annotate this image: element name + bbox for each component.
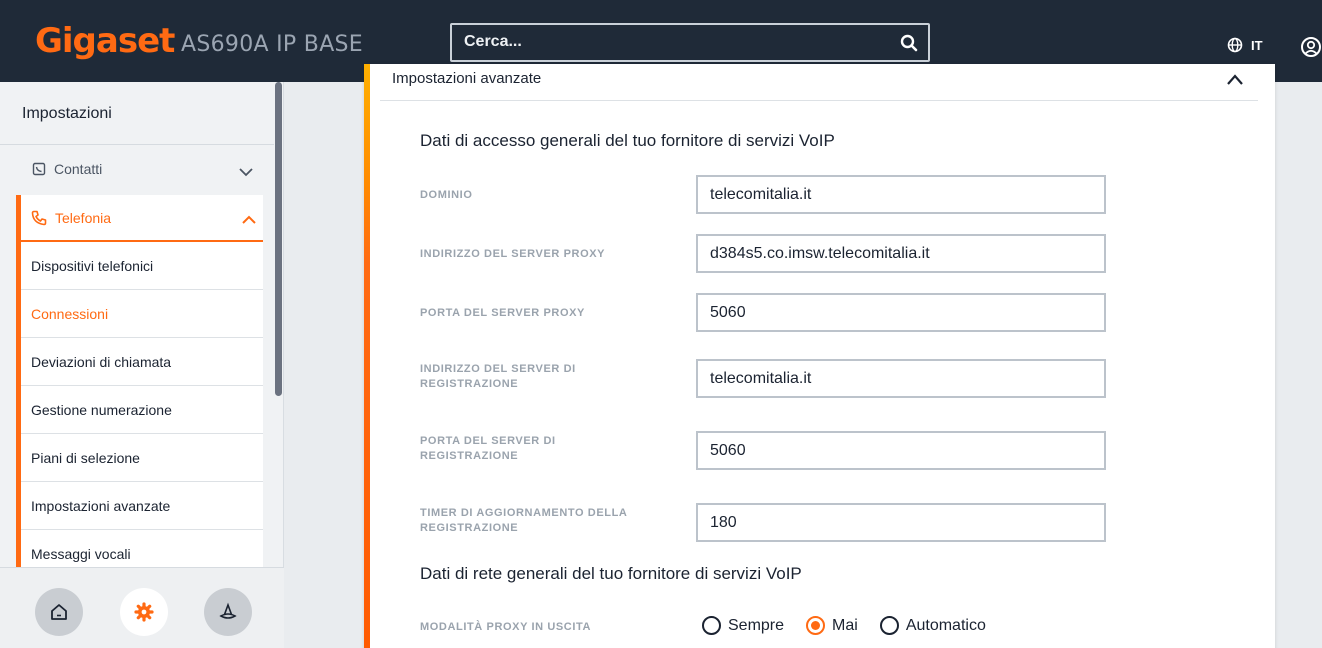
sidebar-item-label: Deviazioni di chiamata (31, 354, 172, 370)
gear-icon (134, 602, 154, 622)
language-selector[interactable]: IT (1227, 37, 1263, 53)
home-icon (51, 604, 67, 620)
divider (380, 100, 1258, 101)
home-button[interactable] (35, 588, 83, 636)
wizard-button[interactable] (204, 588, 252, 636)
contacts-icon (32, 162, 46, 176)
field-label-registrar-address: Indirizzo del server di registrazione (420, 363, 576, 390)
radio-circle[interactable] (879, 616, 899, 635)
chevron-up-icon[interactable] (241, 212, 257, 228)
chevron-down-icon[interactable] (238, 164, 254, 180)
sidebar-item-dispositivi[interactable]: Dispositivi telefonici (21, 242, 263, 290)
sidebar-item-contatti[interactable]: Contatti (32, 161, 102, 177)
wizard-hat-icon (219, 602, 237, 619)
sidebar-item-label: Dispositivi telefonici (31, 258, 154, 274)
sidebar-item-label: Connessioni (31, 306, 109, 322)
field-label-proxy-address: Indirizzo del server proxy (420, 248, 606, 260)
radio-label: Automatico (905, 616, 986, 634)
language-code: IT (1251, 37, 1263, 53)
sidebar-item-impostazioni-avanzate[interactable]: Impostazioni avanzate (21, 482, 263, 530)
search-input[interactable] (464, 33, 884, 51)
sidebar-item-connessioni[interactable]: Connessioni (21, 290, 263, 338)
chevron-up-icon[interactable] (1226, 72, 1244, 86)
sidebar-item-piani-selezione[interactable]: Piani di selezione (21, 434, 263, 482)
registration-timer-field[interactable]: 180 (696, 503, 1106, 542)
gigaset-logo[interactable]: Gigaset (35, 21, 175, 61)
section-title-network: Dati di rete generali del tuo fornitore … (420, 564, 802, 583)
dominio-field[interactable]: telecomitalia.it (696, 175, 1106, 214)
divider (0, 144, 274, 145)
section-title-access: Dati di accesso generali del tuo fornito… (420, 131, 835, 150)
sidebar-item-telefonia[interactable]: Telefonia (21, 195, 263, 242)
sidebar-item-label: Telefonia (55, 210, 112, 226)
sidebar-item-label: Piani di selezione (31, 450, 140, 466)
user-icon[interactable] (1300, 36, 1322, 58)
registrar-address-field[interactable]: telecomitalia.it (696, 359, 1106, 398)
proxy-port-field[interactable]: 5060 (696, 293, 1106, 332)
panel-accent-bar (364, 64, 370, 648)
bottom-nav (0, 567, 284, 648)
sidebar-title: Impostazioni (22, 105, 112, 122)
sidebar-item-deviazioni[interactable]: Deviazioni di chiamata (21, 338, 263, 386)
radio-mai[interactable]: Mai (806, 616, 858, 635)
sidebar-item-gestione-numerazione[interactable]: Gestione numerazione (21, 386, 263, 434)
registrar-port-field[interactable]: 5060 (696, 431, 1106, 470)
settings-panel: Impostazioni avanzate Dati di accesso ge… (364, 64, 1275, 648)
sidebar-item-label: Impostazioni avanzate (31, 498, 171, 514)
globe-icon (1227, 37, 1243, 53)
proxy-mode-radio-group: Sempre Mai Automatico (702, 616, 1008, 635)
radio-automatico[interactable]: Automatico (879, 616, 986, 635)
radio-label: Mai (832, 616, 858, 634)
field-label-dominio: Dominio (420, 189, 473, 201)
sidebar-item-label: Contatti (54, 161, 103, 177)
panel-title: Impostazioni avanzate (392, 70, 542, 87)
field-label-proxy-port: Porta del server proxy (420, 307, 585, 319)
sidebar-item-label: Gestione numerazione (31, 402, 172, 418)
search-box[interactable] (450, 23, 930, 62)
device-model: AS690A IP BASE (181, 32, 364, 57)
radio-circle[interactable] (806, 616, 826, 635)
field-label-registrar-port: Porta del server di registrazione (420, 435, 556, 462)
field-label-registration-timer: Timer di aggiornamento della registrazio… (420, 507, 628, 534)
radio-label: Sempre (728, 616, 785, 634)
search-icon[interactable] (900, 34, 918, 52)
proxy-address-field[interactable]: d384s5.co.imsw.telecomitalia.it (696, 234, 1106, 273)
field-label-proxy-mode: Modalità proxy in uscita (420, 621, 592, 633)
radio-sempre[interactable]: Sempre (702, 616, 784, 635)
sidebar: Impostazioni Contatti Telefonia Disposit… (0, 82, 284, 648)
sidebar-scrollbar[interactable] (275, 82, 282, 396)
sidebar-item-label: Messaggi vocali (31, 546, 131, 562)
settings-button[interactable] (120, 588, 168, 636)
phone-icon (31, 210, 47, 226)
radio-circle[interactable] (702, 616, 721, 635)
